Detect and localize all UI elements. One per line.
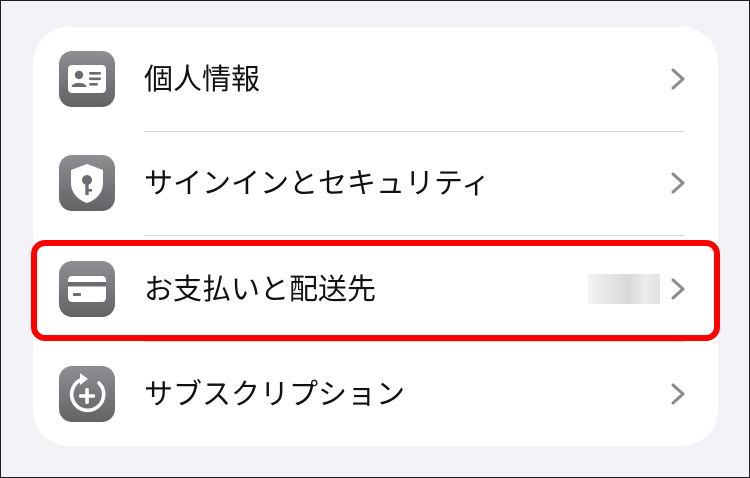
settings-card: 個人情報 サインインとセキュリティ お支払いと配送先 サブスクリプション xyxy=(33,27,718,446)
settings-item-personal-info[interactable]: 個人情報 xyxy=(33,27,718,131)
row-divider xyxy=(144,235,685,236)
settings-item-signin-security[interactable]: サインインとセキュリティ xyxy=(33,131,718,235)
person-card-icon xyxy=(59,51,115,107)
chevron-right-icon xyxy=(671,172,685,194)
shield-key-icon xyxy=(59,155,115,211)
highlight-box xyxy=(31,240,720,341)
chevron-right-icon xyxy=(671,383,685,405)
settings-item-label: サインインとセキュリティ xyxy=(144,166,491,200)
settings-item-label: 個人情報 xyxy=(144,62,261,96)
settings-item-subscriptions[interactable]: サブスクリプション xyxy=(33,342,718,446)
subscription-plus-icon xyxy=(59,366,115,422)
settings-item-label: サブスクリプション xyxy=(144,377,406,411)
chevron-right-icon xyxy=(671,68,685,90)
